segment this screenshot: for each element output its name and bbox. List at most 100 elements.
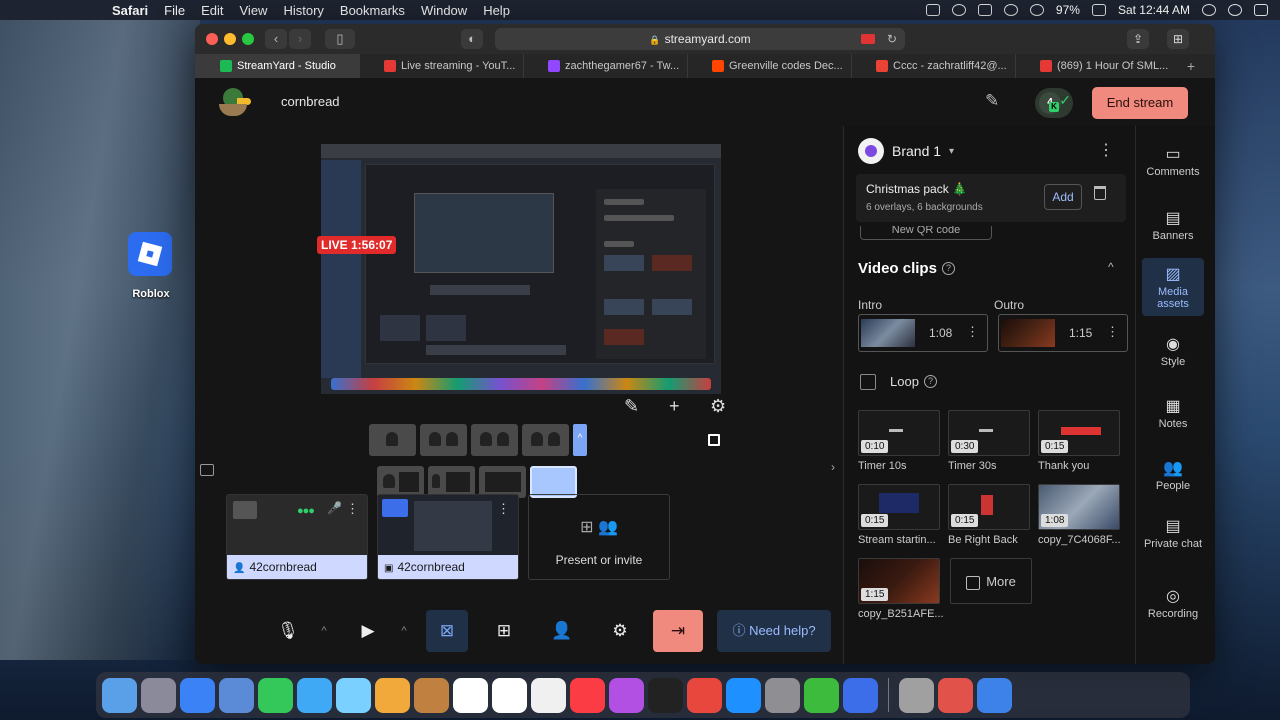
zoom-window-button[interactable] <box>242 33 254 45</box>
tab-streamyard[interactable]: StreamYard - Studio <box>195 54 359 78</box>
address-bar[interactable]: 🔒 streamyard.com ↻ <box>495 28 905 50</box>
menu-history[interactable]: History <box>283 3 323 18</box>
layout-solo-button[interactable] <box>369 424 416 456</box>
volume-icon[interactable] <box>1029 4 1044 16</box>
invite-guests-icon[interactable]: 👤 <box>541 610 583 652</box>
help-circle-icon[interactable]: ? <box>924 375 937 388</box>
outro-clip-slot[interactable]: 1:15 ⋮ <box>998 314 1128 352</box>
camera-icon[interactable]: ▶ <box>347 610 389 652</box>
music-icon[interactable] <box>570 677 605 713</box>
share-icon[interactable]: ⇪ <box>1127 29 1149 49</box>
layout-thin-button[interactable] <box>522 424 569 456</box>
podcasts-icon[interactable] <box>609 677 644 713</box>
settings-gear-icon[interactable]: ⚙ <box>599 610 641 652</box>
kebab-menu-icon[interactable]: ⋮ <box>497 501 510 517</box>
mute-mic-icon[interactable]: 🎙 <box>267 610 309 652</box>
menu-view[interactable]: View <box>240 3 268 18</box>
edit-layout-pencil-icon[interactable]: ✎ <box>624 396 639 417</box>
add-layout-plus-icon[interactable]: + <box>669 396 680 417</box>
reminders-icon[interactable] <box>492 677 527 713</box>
need-help-button[interactable]: ⓘ Need help? <box>717 610 831 652</box>
wifi-icon[interactable] <box>1003 4 1018 16</box>
calendar-icon[interactable] <box>453 677 488 713</box>
fullscreen-icon[interactable] <box>708 434 720 446</box>
screen-share-icon[interactable] <box>925 4 940 16</box>
browser-icon[interactable] <box>977 677 1012 713</box>
layout-settings-gear-icon[interactable]: ⚙ <box>710 396 726 417</box>
tab-reddit[interactable]: Greenville codes Dec... <box>687 54 851 78</box>
sidebar-toggle-icon[interactable]: ▯ <box>325 29 355 49</box>
messages-icon[interactable] <box>258 677 293 713</box>
mic-icon[interactable]: 🎤 <box>327 501 342 515</box>
battery-icon[interactable] <box>1091 4 1106 16</box>
help-circle-icon[interactable]: ? <box>942 262 955 275</box>
sidebar-item-banners[interactable]: ▤ Banners <box>1142 208 1204 242</box>
end-stream-button[interactable]: End stream <box>1092 87 1188 119</box>
clip-thank-you[interactable]: 0:15 <box>1038 410 1120 456</box>
clip-timer-30s[interactable]: 0:30 <box>948 410 1030 456</box>
leave-studio-icon[interactable]: ⇥ <box>653 610 703 652</box>
new-qr-code-button[interactable]: New QR code <box>860 226 992 240</box>
present-or-invite-card[interactable]: ⊞ 👥 Present or invite <box>528 494 670 580</box>
clip-copy-b251afe[interactable]: 1:15 <box>858 558 940 604</box>
mic-options-caret-icon[interactable]: ^ <box>313 610 335 652</box>
share-screen-icon[interactable]: ⊞ <box>483 610 525 652</box>
layout-panel-icon[interactable] <box>200 464 214 476</box>
stop-share-screen-icon[interactable]: ⊠ <box>426 610 468 652</box>
tab-twitch[interactable]: zachthegamer67 - Tw... <box>523 54 687 78</box>
photos-icon[interactable] <box>375 677 410 713</box>
clip-timer-10s[interactable]: 0:10 <box>858 410 940 456</box>
menu-help[interactable]: Help <box>483 3 510 18</box>
flag-icon[interactable] <box>977 4 992 16</box>
camera-options-caret-icon[interactable]: ^ <box>393 610 415 652</box>
layout-leader-button[interactable] <box>471 424 518 456</box>
battery-percent[interactable]: 97% <box>1056 3 1080 17</box>
tab-overview-icon[interactable]: ⊞ <box>1167 29 1189 49</box>
menu-window[interactable]: Window <box>421 3 467 18</box>
kebab-menu-icon[interactable]: ⋮ <box>346 501 359 517</box>
brand-selector[interactable]: Brand 1 ▾ <box>858 138 954 164</box>
menu-app-name[interactable]: Safari <box>112 3 148 18</box>
new-tab-icon[interactable]: + <box>1179 54 1203 78</box>
sidebar-item-people[interactable]: 👥 People <box>1142 458 1204 492</box>
brand-kebab-menu-icon[interactable]: ⋮ <box>1098 140 1114 160</box>
destination-avatar[interactable]: 4 K ✓ <box>1035 88 1073 118</box>
sidebar-item-comments[interactable]: ▭ Comments <box>1142 144 1204 178</box>
reload-icon[interactable]: ↻ <box>887 28 897 50</box>
minimize-window-button[interactable] <box>224 33 236 45</box>
edit-pencil-icon[interactable]: ✎ <box>985 91 999 111</box>
control-center-icon[interactable] <box>1254 4 1268 16</box>
clip-copy-7c4068f[interactable]: 1:08 <box>1038 484 1120 530</box>
launchpad-icon[interactable] <box>141 677 176 713</box>
roblox-dock-icon[interactable] <box>843 677 878 713</box>
kebab-menu-icon[interactable]: ⋮ <box>966 324 979 340</box>
layout-group-button[interactable] <box>420 424 467 456</box>
preview-icon[interactable] <box>219 677 254 713</box>
apple-tv-icon[interactable] <box>648 677 683 713</box>
kebab-menu-icon[interactable]: ⋮ <box>1106 324 1119 340</box>
menubar-clock[interactable]: Sat 12:44 AM <box>1118 3 1190 17</box>
sidebar-item-style[interactable]: ◉ Style <box>1142 334 1204 368</box>
textedit-icon[interactable] <box>531 677 566 713</box>
mail-icon[interactable] <box>297 677 332 713</box>
chevron-up-icon[interactable]: ^ <box>573 424 587 456</box>
chevron-up-icon[interactable]: ^ <box>1108 260 1114 274</box>
news-icon[interactable] <box>687 677 722 713</box>
clip-stream-starting[interactable]: 0:15 <box>858 484 940 530</box>
app-store-icon[interactable] <box>726 677 761 713</box>
add-pack-button[interactable]: Add <box>1044 184 1082 210</box>
system-preferences-icon[interactable] <box>765 677 800 713</box>
tab-youtube-sml[interactable]: (869) 1 Hour Of SML... <box>1015 54 1179 78</box>
trash-icon[interactable] <box>1094 186 1106 200</box>
notes-app-icon[interactable] <box>414 677 449 713</box>
clip-be-right-back[interactable]: 0:15 <box>948 484 1030 530</box>
sidebar-item-notes[interactable]: ▦ Notes <box>1142 396 1204 430</box>
bluetooth-icon[interactable] <box>951 4 966 16</box>
close-window-button[interactable] <box>206 33 218 45</box>
forward-icon[interactable]: › <box>289 29 311 49</box>
intro-clip-slot[interactable]: 1:08 ⋮ <box>858 314 988 352</box>
menu-bookmarks[interactable]: Bookmarks <box>340 3 405 18</box>
maps-icon[interactable] <box>336 677 371 713</box>
sidebar-item-private-chat[interactable]: ▤ Private chat <box>1142 516 1204 550</box>
utilities-icon[interactable] <box>899 677 934 713</box>
